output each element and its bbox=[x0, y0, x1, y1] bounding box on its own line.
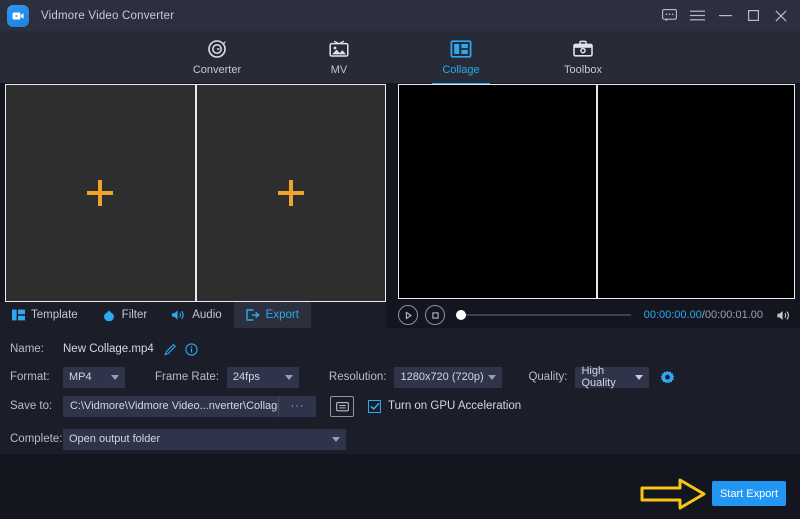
quality-value: High Quality bbox=[581, 365, 629, 389]
tab-collage-label: Collage bbox=[442, 64, 479, 76]
complete-row: Complete: Open output folder bbox=[10, 428, 346, 450]
scrubber-rail bbox=[456, 314, 631, 316]
chevron-down-icon bbox=[111, 375, 119, 380]
app-window: Vidmore Video Converter bbox=[0, 0, 800, 519]
toolbox-icon bbox=[571, 37, 595, 61]
chevron-down-icon bbox=[332, 437, 340, 442]
tab-audio-label: Audio bbox=[192, 309, 221, 321]
footer-bar: Start Export bbox=[0, 454, 800, 519]
format-select[interactable]: MP4 bbox=[63, 367, 125, 388]
minimize-icon[interactable] bbox=[712, 4, 738, 28]
player-controls: 00:00:00.00/00:00:01.00 bbox=[398, 301, 795, 329]
menu-icon[interactable] bbox=[684, 4, 710, 28]
tab-mv-label: MV bbox=[331, 64, 348, 76]
close-icon[interactable] bbox=[768, 4, 794, 28]
gpu-acceleration-checkbox[interactable] bbox=[368, 400, 381, 413]
start-export-button[interactable]: Start Export bbox=[712, 481, 786, 506]
collage-icon bbox=[449, 37, 473, 61]
gear-icon[interactable] bbox=[660, 370, 675, 385]
resolution-value: 1280x720 (720p) bbox=[400, 371, 483, 383]
chevron-down-icon bbox=[488, 375, 496, 380]
main-tab-bar: Converter MV C bbox=[0, 31, 800, 83]
chevron-down-icon bbox=[285, 375, 293, 380]
tab-audio[interactable]: Audio bbox=[159, 302, 233, 328]
total-time: /00:00:01.00 bbox=[702, 309, 763, 321]
tab-template[interactable]: Template bbox=[0, 302, 90, 328]
collage-cell-1[interactable] bbox=[6, 85, 195, 301]
filter-icon bbox=[102, 309, 116, 321]
collage-editor bbox=[5, 84, 386, 302]
app-title: Vidmore Video Converter bbox=[41, 10, 174, 22]
preview-panel bbox=[398, 84, 795, 299]
preview-cell-2 bbox=[596, 85, 795, 298]
format-row: Format: MP4 Frame Rate: 24fps Resolution… bbox=[10, 366, 675, 388]
volume-icon[interactable] bbox=[776, 309, 792, 322]
collage-cell-2[interactable] bbox=[195, 85, 386, 301]
saveto-path-value: C:\Vidmore\Vidmore Video...nverter\Colla… bbox=[63, 400, 278, 412]
tab-filter-label: Filter bbox=[122, 309, 148, 321]
maximize-icon[interactable] bbox=[740, 4, 766, 28]
tab-collage[interactable]: Collage bbox=[421, 34, 501, 83]
right-arrow-annotation bbox=[640, 478, 706, 510]
mv-icon bbox=[327, 37, 351, 61]
folder-icon[interactable] bbox=[330, 396, 354, 417]
gpu-acceleration-label: Turn on GPU Acceleration bbox=[388, 400, 521, 412]
browse-button[interactable]: ··· bbox=[278, 396, 316, 417]
plus-icon[interactable] bbox=[278, 180, 304, 206]
name-label: Name: bbox=[10, 343, 58, 355]
tab-converter-label: Converter bbox=[193, 64, 241, 76]
window-controls bbox=[656, 0, 794, 31]
complete-action-value: Open output folder bbox=[69, 433, 160, 445]
export-settings-panel: Name: New Collage.mp4 Format: MP4 bbox=[0, 328, 800, 454]
tab-mv[interactable]: MV bbox=[299, 34, 379, 83]
quality-select[interactable]: High Quality bbox=[575, 367, 649, 388]
framerate-label: Frame Rate: bbox=[155, 371, 219, 383]
name-row: Name: New Collage.mp4 bbox=[10, 338, 198, 360]
video-camera-logo-icon bbox=[7, 5, 29, 27]
plus-icon[interactable] bbox=[87, 180, 113, 206]
template-icon bbox=[12, 309, 25, 321]
stop-icon[interactable] bbox=[425, 305, 445, 325]
name-value: New Collage.mp4 bbox=[63, 343, 154, 355]
preview-cell-1 bbox=[399, 85, 596, 298]
editor-sub-tab-bar: Template Filter Audio bbox=[0, 302, 386, 328]
saveto-label: Save to: bbox=[10, 400, 58, 412]
tab-export-label: Export bbox=[266, 309, 299, 321]
resolution-select[interactable]: 1280x720 (720p) bbox=[394, 367, 502, 388]
playback-scrubber[interactable] bbox=[456, 308, 631, 322]
framerate-select[interactable]: 24fps bbox=[227, 367, 299, 388]
complete-action-select[interactable]: Open output folder bbox=[63, 429, 346, 450]
tab-template-label: Template bbox=[31, 309, 78, 321]
tab-filter[interactable]: Filter bbox=[90, 302, 160, 328]
quality-label: Quality: bbox=[528, 371, 567, 383]
tab-export[interactable]: Export bbox=[234, 302, 311, 328]
pencil-icon[interactable] bbox=[164, 343, 177, 356]
format-value: MP4 bbox=[69, 371, 92, 383]
format-label: Format: bbox=[10, 371, 58, 383]
converter-icon bbox=[206, 37, 228, 61]
tab-toolbox-label: Toolbox bbox=[564, 64, 602, 76]
play-icon[interactable] bbox=[398, 305, 418, 325]
tab-toolbox[interactable]: Toolbox bbox=[543, 34, 623, 83]
complete-label: Complete: bbox=[10, 433, 58, 445]
saveto-path-field[interactable]: C:\Vidmore\Vidmore Video...nverter\Colla… bbox=[63, 396, 316, 417]
scrubber-knob[interactable] bbox=[456, 310, 466, 320]
saveto-row: Save to: C:\Vidmore\Vidmore Video...nver… bbox=[10, 395, 521, 417]
resolution-label: Resolution: bbox=[329, 371, 387, 383]
info-icon[interactable] bbox=[185, 343, 198, 356]
time-display: 00:00:00.00/00:00:01.00 bbox=[644, 309, 763, 321]
framerate-value: 24fps bbox=[233, 371, 260, 383]
export-icon bbox=[246, 309, 260, 321]
audio-icon bbox=[171, 309, 186, 321]
title-bar: Vidmore Video Converter bbox=[0, 0, 800, 31]
current-time: 00:00:00.00 bbox=[644, 309, 702, 321]
feedback-icon[interactable] bbox=[656, 4, 682, 28]
chevron-down-icon bbox=[635, 375, 643, 380]
tab-converter[interactable]: Converter bbox=[177, 34, 257, 83]
